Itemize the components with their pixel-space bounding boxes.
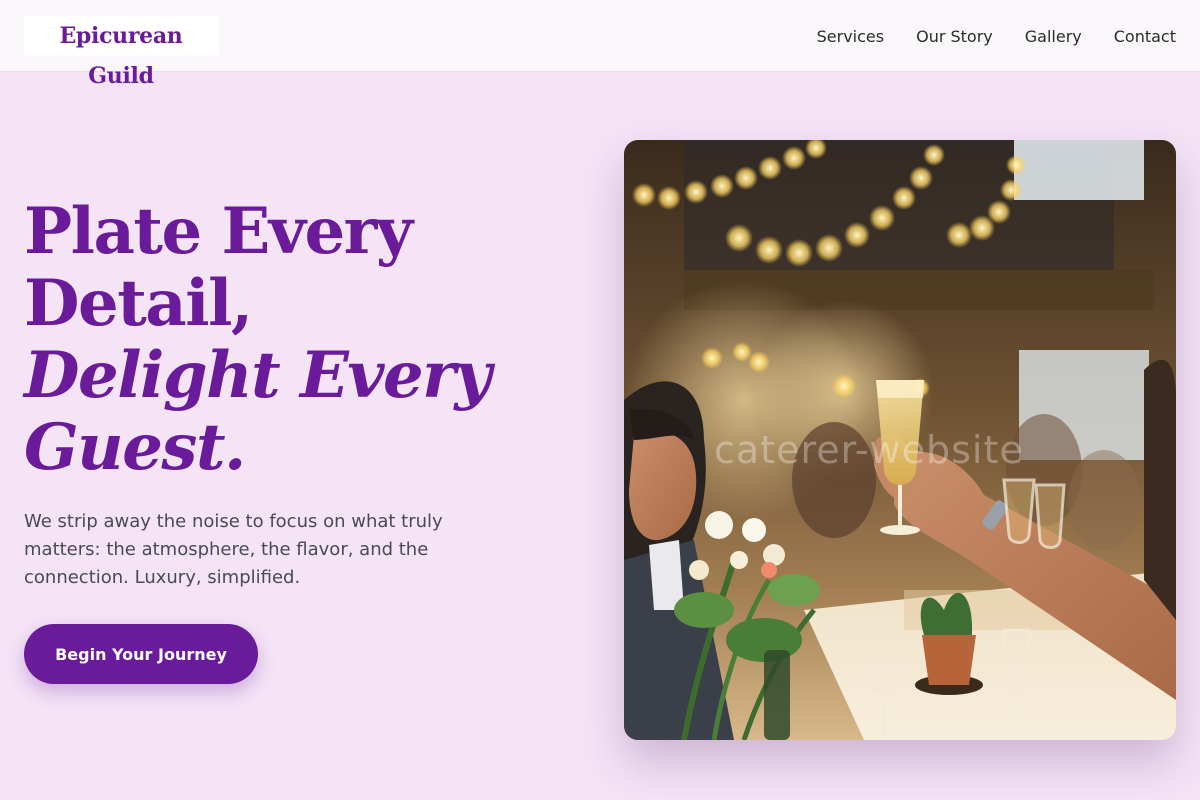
hero-title-line-3: Delight Every [24, 338, 492, 413]
nav-link-gallery[interactable]: Gallery [1025, 27, 1082, 46]
nav-link-our-story[interactable]: Our Story [916, 27, 993, 46]
hero-description: We strip away the noise to focus on what… [24, 511, 443, 588]
hero-title: Plate Every Detail, Delight Every Guest. [24, 196, 584, 484]
nav-link-contact[interactable]: Contact [1114, 27, 1176, 46]
hero-image: caterer-website [624, 140, 1176, 740]
begin-journey-button[interactable]: Begin Your Journey [24, 624, 258, 684]
hero-title-line-1: Plate Every [24, 194, 413, 269]
hero-title-line-4: Guest. [24, 410, 246, 485]
hero-title-line-2: Detail, [24, 266, 253, 341]
site-header: Epicurean Guild Services Our Story Galle… [0, 0, 1200, 89]
brand-logo[interactable]: Epicurean Guild [24, 16, 218, 89]
nav-link-services[interactable]: Services [817, 27, 884, 46]
image-watermark: caterer-website [714, 428, 1024, 472]
main-nav: Services Our Story Gallery Contact [785, 0, 1176, 72]
